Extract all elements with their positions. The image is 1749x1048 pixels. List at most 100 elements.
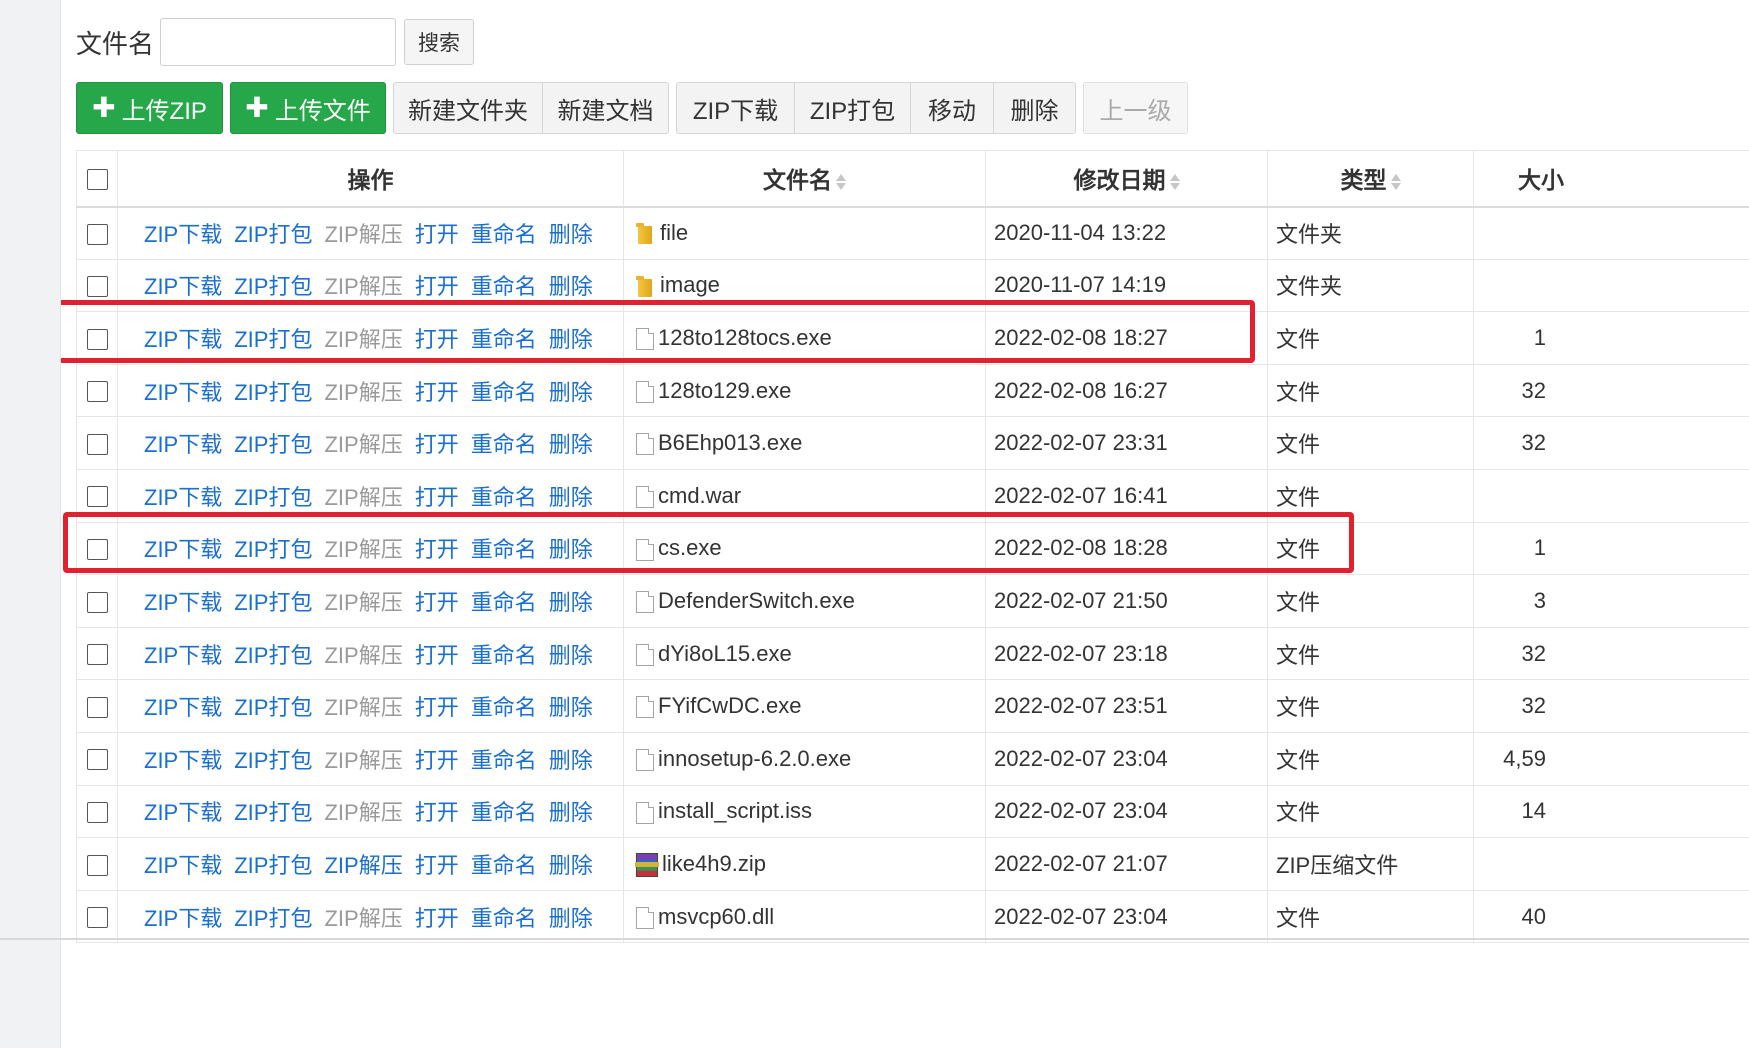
- file-name-cell[interactable]: dYi8oL15.exe: [623, 626, 986, 681]
- header-name[interactable]: 文件名: [623, 150, 986, 208]
- row-checkbox[interactable]: [86, 486, 108, 508]
- rename-link[interactable]: 重命名: [471, 748, 537, 773]
- rename-link[interactable]: 重命名: [471, 274, 537, 299]
- zip-extract-link[interactable]: ZIP解压: [324, 222, 402, 247]
- zip-download-link[interactable]: ZIP下载: [144, 748, 222, 773]
- delete-link[interactable]: 删除: [549, 695, 593, 720]
- zip-extract-link[interactable]: ZIP解压: [324, 380, 402, 405]
- row-checkbox[interactable]: [86, 802, 108, 824]
- zip-download-link[interactable]: ZIP下载: [144, 432, 222, 457]
- open-link[interactable]: 打开: [415, 432, 459, 457]
- zip-pack-link[interactable]: ZIP打包: [234, 380, 312, 405]
- zip-download-button[interactable]: ZIP下载: [676, 82, 794, 134]
- delete-link[interactable]: 删除: [549, 800, 593, 825]
- delete-link[interactable]: 删除: [549, 906, 593, 931]
- file-name-cell[interactable]: innosetup-6.2.0.exe: [623, 731, 986, 786]
- zip-download-link[interactable]: ZIP下载: [144, 274, 222, 299]
- zip-download-link[interactable]: ZIP下载: [144, 906, 222, 931]
- rename-link[interactable]: 重命名: [471, 432, 537, 457]
- header-date[interactable]: 修改日期: [985, 150, 1268, 208]
- row-checkbox[interactable]: [86, 644, 108, 666]
- search-button[interactable]: 搜索: [404, 19, 475, 65]
- file-name[interactable]: install_script.iss: [658, 798, 812, 823]
- file-name[interactable]: DefenderSwitch.exe: [658, 588, 855, 613]
- move-button[interactable]: 移动: [910, 82, 993, 134]
- zip-extract-link[interactable]: ZIP解压: [324, 274, 402, 299]
- zip-extract-link[interactable]: ZIP解压: [324, 695, 402, 720]
- row-checkbox[interactable]: [86, 276, 108, 298]
- zip-extract-link[interactable]: ZIP解压: [324, 906, 402, 931]
- select-all-checkbox[interactable]: [86, 169, 108, 191]
- zip-download-link[interactable]: ZIP下载: [144, 800, 222, 825]
- new-folder-button[interactable]: 新建文件夹: [393, 82, 542, 134]
- parent-directory-button[interactable]: 上一级: [1083, 82, 1188, 134]
- zip-download-link[interactable]: ZIP下载: [144, 853, 222, 878]
- zip-download-link[interactable]: ZIP下载: [144, 695, 222, 720]
- rename-link[interactable]: 重命名: [471, 590, 537, 615]
- header-size[interactable]: 大小: [1473, 150, 1749, 208]
- file-name-cell[interactable]: install_script.iss: [623, 784, 986, 839]
- zip-extract-link[interactable]: ZIP解压: [324, 853, 402, 878]
- zip-extract-link[interactable]: ZIP解压: [324, 800, 402, 825]
- file-name[interactable]: file: [660, 220, 688, 245]
- zip-download-link[interactable]: ZIP下载: [144, 380, 222, 405]
- rename-link[interactable]: 重命名: [471, 906, 537, 931]
- zip-download-link[interactable]: ZIP下载: [144, 485, 222, 510]
- new-document-button[interactable]: 新建文档: [542, 82, 669, 134]
- zip-pack-link[interactable]: ZIP打包: [234, 906, 312, 931]
- upload-zip-button[interactable]: ✚ 上传ZIP: [76, 82, 223, 134]
- open-link[interactable]: 打开: [415, 485, 459, 510]
- zip-pack-link[interactable]: ZIP打包: [234, 222, 312, 247]
- file-name[interactable]: 128to129.exe: [658, 378, 791, 403]
- zip-download-link[interactable]: ZIP下载: [144, 643, 222, 668]
- row-checkbox[interactable]: [86, 223, 108, 245]
- rename-link[interactable]: 重命名: [471, 853, 537, 878]
- file-name-cell[interactable]: file: [623, 206, 986, 260]
- delete-link[interactable]: 删除: [549, 643, 593, 668]
- rename-link[interactable]: 重命名: [471, 643, 537, 668]
- open-link[interactable]: 打开: [415, 748, 459, 773]
- open-link[interactable]: 打开: [415, 643, 459, 668]
- file-name[interactable]: like4h9.zip: [662, 851, 766, 876]
- zip-pack-link[interactable]: ZIP打包: [234, 800, 312, 825]
- zip-download-link[interactable]: ZIP下载: [144, 222, 222, 247]
- open-link[interactable]: 打开: [415, 274, 459, 299]
- open-link[interactable]: 打开: [415, 853, 459, 878]
- rename-link[interactable]: 重命名: [471, 485, 537, 510]
- file-name[interactable]: innosetup-6.2.0.exe: [658, 746, 851, 771]
- zip-extract-link[interactable]: ZIP解压: [324, 643, 402, 668]
- zip-download-link[interactable]: ZIP下载: [144, 590, 222, 615]
- delete-link[interactable]: 删除: [549, 274, 593, 299]
- file-name-cell[interactable]: like4h9.zip: [623, 837, 986, 891]
- delete-link[interactable]: 删除: [549, 485, 593, 510]
- rename-link[interactable]: 重命名: [471, 222, 537, 247]
- open-link[interactable]: 打开: [415, 222, 459, 247]
- row-checkbox[interactable]: [86, 854, 108, 876]
- file-name[interactable]: image: [660, 272, 720, 297]
- file-name-cell[interactable]: msvcp60.dll: [623, 889, 986, 944]
- header-type[interactable]: 类型: [1267, 150, 1474, 208]
- delete-link[interactable]: 删除: [549, 222, 593, 247]
- row-checkbox[interactable]: [86, 381, 108, 403]
- delete-button[interactable]: 删除: [993, 82, 1076, 134]
- zip-pack-link[interactable]: ZIP打包: [234, 432, 312, 457]
- zip-pack-link[interactable]: ZIP打包: [234, 485, 312, 510]
- file-name-cell[interactable]: B6Ehp013.exe: [623, 416, 986, 470]
- file-name-cell[interactable]: DefenderSwitch.exe: [623, 574, 986, 628]
- rename-link[interactable]: 重命名: [471, 380, 537, 405]
- row-checkbox[interactable]: [86, 696, 108, 718]
- upload-file-button[interactable]: ✚ 上传文件: [230, 82, 386, 134]
- zip-pack-link[interactable]: ZIP打包: [234, 643, 312, 668]
- delete-link[interactable]: 删除: [549, 380, 593, 405]
- delete-link[interactable]: 删除: [549, 748, 593, 773]
- open-link[interactable]: 打开: [415, 695, 459, 720]
- file-name[interactable]: FYifCwDC.exe: [658, 693, 801, 718]
- row-checkbox[interactable]: [86, 907, 108, 929]
- file-name[interactable]: cmd.war: [658, 483, 741, 508]
- rename-link[interactable]: 重命名: [471, 800, 537, 825]
- zip-pack-link[interactable]: ZIP打包: [234, 590, 312, 615]
- open-link[interactable]: 打开: [415, 380, 459, 405]
- open-link[interactable]: 打开: [415, 800, 459, 825]
- zip-pack-button[interactable]: ZIP打包: [794, 82, 910, 134]
- zip-pack-link[interactable]: ZIP打包: [234, 695, 312, 720]
